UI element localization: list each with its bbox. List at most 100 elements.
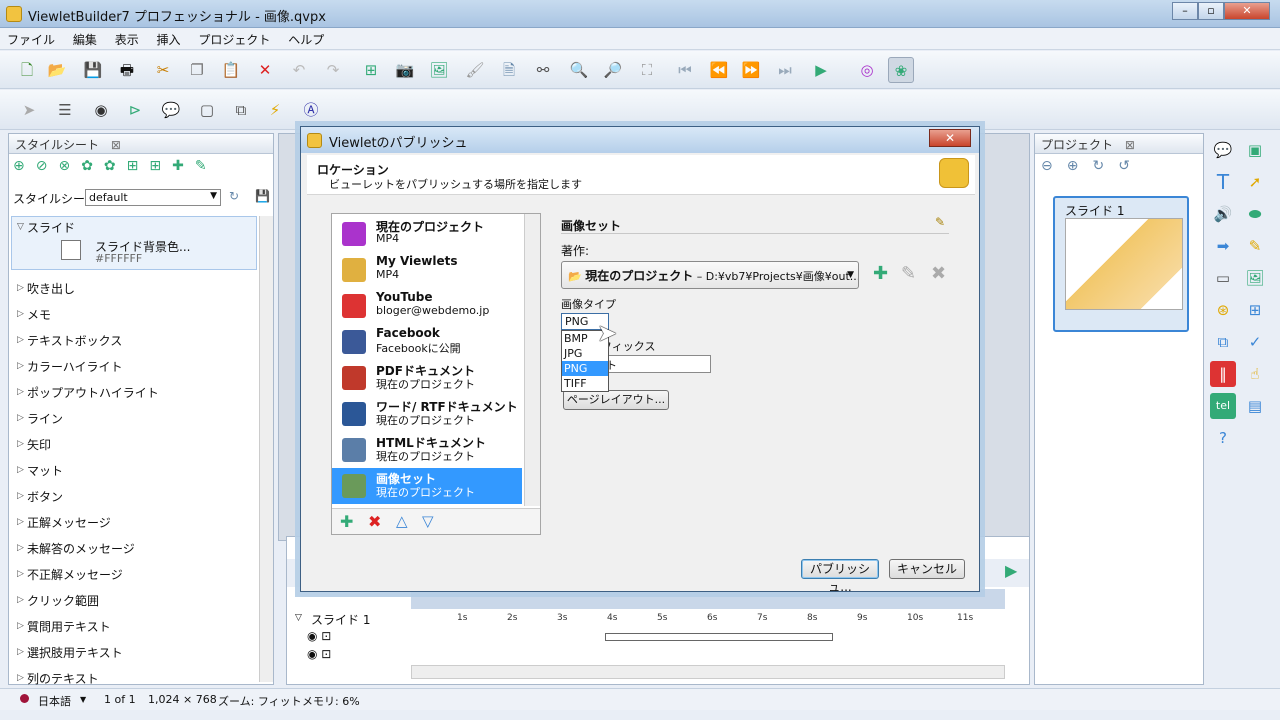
tree-item[interactable]: 未解答のメッセージ bbox=[27, 540, 135, 557]
brush-icon[interactable]: 🖌 bbox=[462, 57, 488, 83]
play-icon[interactable]: ▶ bbox=[1005, 561, 1027, 583]
tree-slide-group[interactable]: スライド bbox=[27, 219, 75, 236]
pencil-icon[interactable]: ✎ bbox=[1242, 233, 1268, 259]
speaker-icon[interactable]: 🔊 bbox=[1210, 201, 1236, 227]
target-item[interactable]: ワード/ RTFドキュメント 現在のプロジェクト bbox=[332, 396, 522, 432]
add-target-icon[interactable]: ✚ bbox=[340, 512, 353, 531]
rectangle-icon[interactable]: ▭ bbox=[1210, 265, 1236, 291]
tree-item[interactable]: ライン bbox=[27, 410, 63, 427]
eye-icon[interactable]: ◉ bbox=[88, 97, 114, 123]
arrow-icon[interactable]: ➡ bbox=[1210, 233, 1236, 259]
button-icon[interactable]: ✓ bbox=[1242, 329, 1268, 355]
expand-icon[interactable]: ▷ bbox=[17, 335, 24, 345]
pointer-icon[interactable]: ➤ bbox=[16, 97, 42, 123]
expand-icon[interactable]: ▷ bbox=[17, 387, 24, 397]
tree-item[interactable]: 不正解メッセージ bbox=[27, 566, 123, 583]
print-icon[interactable]: 🖶 bbox=[114, 57, 140, 83]
target-list-scrollbar[interactable] bbox=[524, 214, 540, 506]
language-chevron-icon[interactable]: ▼ bbox=[80, 695, 86, 704]
tree-item[interactable]: クリック範囲 bbox=[27, 592, 99, 609]
menu-edit[interactable]: 編集 bbox=[66, 28, 104, 48]
publish-button[interactable]: パブリッシュ... bbox=[801, 559, 879, 594]
frame-icon[interactable]: ▢ bbox=[194, 97, 220, 123]
image-icon[interactable]: ▣ bbox=[1242, 137, 1268, 163]
tree-item[interactable]: マット bbox=[27, 462, 63, 479]
timeline-h-scrollbar[interactable] bbox=[411, 665, 1005, 679]
pause-icon[interactable]: ‖ bbox=[1210, 361, 1236, 387]
expand-icon[interactable]: ▷ bbox=[17, 413, 24, 423]
window-icon[interactable]: ⧉ bbox=[1210, 329, 1236, 355]
tree-item[interactable]: 吹き出し bbox=[27, 280, 75, 297]
target-item[interactable]: Facebook Facebookに公開 bbox=[332, 324, 522, 360]
last-slide-icon[interactable]: ⏭ bbox=[772, 57, 798, 83]
first-slide-icon[interactable]: ⏮ bbox=[672, 57, 698, 83]
text-icon[interactable]: T bbox=[1210, 169, 1236, 195]
add-image-icon[interactable]: 🖼 bbox=[426, 57, 452, 83]
target-item[interactable]: 画像セット 現在のプロジェクト bbox=[332, 468, 522, 504]
location-select[interactable]: 📂 現在のプロジェクト – D:¥vb7¥Projects¥画像¥out... … bbox=[561, 261, 859, 289]
publish-icon[interactable]: ◎ bbox=[854, 57, 880, 83]
paw-icon[interactable]: ❀ bbox=[888, 57, 914, 83]
doc-icon[interactable]: 🗎 bbox=[496, 57, 522, 83]
close-panel-icon[interactable]: ⊠ bbox=[1125, 138, 1135, 152]
highlight-icon[interactable]: ⬬ bbox=[1242, 201, 1268, 227]
tree-item[interactable]: 矢印 bbox=[27, 436, 51, 453]
tree-item[interactable]: 質問用テキスト bbox=[27, 618, 111, 635]
zoom-region-icon[interactable]: ⊛ bbox=[1210, 297, 1236, 323]
move-up-icon[interactable]: △ bbox=[396, 512, 408, 530]
move-down-icon[interactable]: ▽ bbox=[422, 512, 434, 530]
expand-icon[interactable]: ▷ bbox=[17, 595, 24, 605]
add-location-icon[interactable]: ✚ bbox=[873, 263, 888, 284]
target-item[interactable]: 現在のプロジェクト MP4 bbox=[332, 216, 522, 252]
preview-icon[interactable]: ▶ bbox=[808, 57, 834, 83]
maximize-button[interactable]: ▫ bbox=[1198, 2, 1224, 20]
stylesheet-select[interactable]: default ▼ bbox=[85, 189, 221, 206]
zoom-out-icon[interactable]: 🔎 bbox=[600, 57, 626, 83]
target-item[interactable]: PDFドキュメント 現在のプロジェクト bbox=[332, 360, 522, 396]
menu-help[interactable]: ヘルプ bbox=[281, 28, 331, 48]
menu-file[interactable]: ファイル bbox=[0, 28, 62, 48]
hand-icon[interactable]: ☝ bbox=[1242, 361, 1268, 387]
binoculars-icon[interactable]: ⚯ bbox=[530, 57, 556, 83]
remove-target-icon[interactable]: ✖ bbox=[368, 512, 381, 531]
cancel-button[interactable]: キャンセル bbox=[889, 559, 965, 579]
cut-icon[interactable]: ✂ bbox=[150, 57, 176, 83]
tree-item[interactable]: 正解メッセージ bbox=[27, 514, 111, 531]
lightning-icon[interactable]: ⚡ bbox=[262, 97, 288, 123]
edit-location-icon[interactable]: ✎ bbox=[901, 263, 916, 284]
target-item[interactable]: My Viewlets MP4 bbox=[332, 252, 522, 288]
zoom-in-icon[interactable]: 🔍 bbox=[566, 57, 592, 83]
add-slide-icon[interactable]: ⊞ bbox=[358, 57, 384, 83]
target-item[interactable]: YouTube bloger@webdemo.jp bbox=[332, 288, 522, 324]
tree-item[interactable]: テキストボックス bbox=[27, 332, 122, 349]
close-panel-icon[interactable]: ⊠ bbox=[111, 138, 121, 152]
tree-item[interactable]: ポップアウトハイライト bbox=[27, 384, 159, 401]
timeline-row-eye-icon-2[interactable]: ◉ ⊡ bbox=[307, 647, 331, 661]
edit-section-icon[interactable]: ✎ bbox=[935, 215, 945, 229]
expand-icon[interactable]: ▷ bbox=[17, 673, 24, 683]
refresh-icon[interactable]: ↻ bbox=[229, 189, 239, 203]
comment-icon[interactable]: 💬 bbox=[158, 97, 184, 123]
open-folder-icon[interactable]: 📂 bbox=[44, 57, 70, 83]
next-slide-icon[interactable]: ⏩ bbox=[738, 57, 764, 83]
expand-icon[interactable]: ▷ bbox=[17, 439, 24, 449]
collapse-icon[interactable]: ▽ bbox=[295, 613, 302, 623]
timeline-bar[interactable] bbox=[605, 633, 833, 641]
undo-icon[interactable]: ↶ bbox=[286, 57, 312, 83]
expand-icon[interactable]: ▷ bbox=[17, 465, 24, 475]
expand-icon[interactable]: ▷ bbox=[17, 309, 24, 319]
tree-item[interactable]: 選択肢用テキスト bbox=[27, 644, 123, 661]
minimize-button[interactable]: – bbox=[1172, 2, 1198, 20]
close-window-button[interactable]: ✕ bbox=[1224, 2, 1270, 20]
delete-icon[interactable]: ✕ bbox=[252, 57, 278, 83]
delete-location-icon[interactable]: ✖ bbox=[931, 263, 946, 284]
expand-icon[interactable]: ▷ bbox=[17, 517, 24, 527]
slide-thumbnail[interactable]: スライド 1 bbox=[1053, 196, 1189, 332]
save-style-icon[interactable]: 💾 bbox=[255, 189, 270, 203]
tree-item[interactable]: メモ bbox=[27, 306, 51, 323]
callout-icon[interactable]: 💬 bbox=[1210, 137, 1236, 163]
save-icon[interactable]: 💾 bbox=[80, 57, 106, 83]
pan-icon[interactable]: ⊞ bbox=[1242, 297, 1268, 323]
new-icon[interactable]: 🗋 bbox=[14, 57, 40, 83]
tree-item[interactable]: ボタン bbox=[27, 488, 63, 505]
